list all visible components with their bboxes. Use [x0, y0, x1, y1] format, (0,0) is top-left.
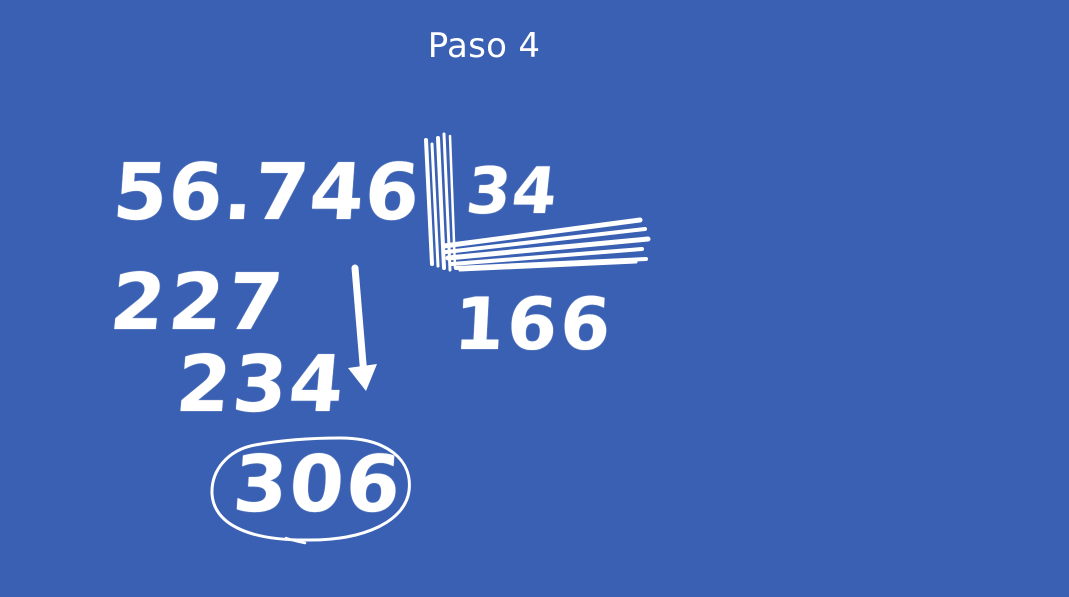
- quotient: 166: [451, 282, 616, 366]
- slide-title: Paso 4: [427, 26, 541, 66]
- slide: Paso 4 56.746 227 234 306 34 166: [0, 0, 1069, 597]
- partial-remainder-1: 227: [106, 258, 291, 348]
- down-arrow-icon: [348, 264, 377, 391]
- partial-remainder-2: 234: [172, 340, 350, 430]
- divisor: 34: [462, 155, 562, 229]
- dividend: 56.746: [110, 148, 424, 238]
- final-remainder: 306: [230, 440, 406, 530]
